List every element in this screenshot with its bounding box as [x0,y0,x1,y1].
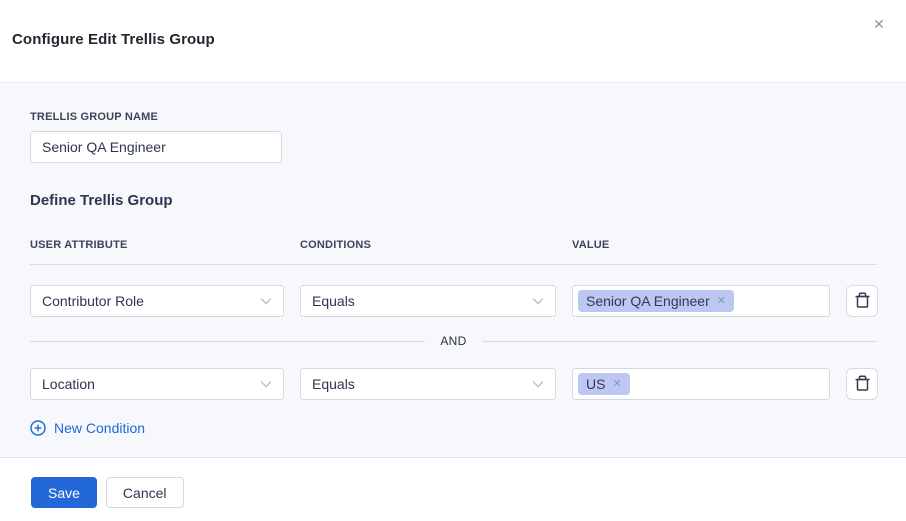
and-joiner: AND [30,334,877,348]
delete-condition-button[interactable] [846,285,878,317]
remove-tag-icon[interactable]: ✕ [717,296,726,307]
modal-body: TRELLIS GROUP NAME Define Trellis Group … [0,82,906,458]
condition-select[interactable]: Equals [300,368,556,400]
value-tag: Senior QA Engineer ✕ [578,290,734,312]
modal-header: Configure Edit Trellis Group ✕ [0,0,906,82]
modal-title: Configure Edit Trellis Group [12,31,215,48]
configure-trellis-group-modal: Configure Edit Trellis Group ✕ TRELLIS G… [0,0,906,521]
value-multiselect[interactable]: Senior QA Engineer ✕ [572,285,830,317]
user-attribute-column-header: USER ATTRIBUTE [30,239,284,251]
user-attribute-select-value: Contributor Role [42,293,144,309]
chevron-down-icon [532,297,544,305]
user-attribute-select[interactable]: Contributor Role [30,285,284,317]
value-tag-label: US [586,376,605,392]
chevron-down-icon [260,380,272,388]
plus-circle-icon [30,420,46,436]
chevron-down-icon [260,297,272,305]
trellis-group-name-label: TRELLIS GROUP NAME [30,111,877,123]
condition-column-headers: USER ATTRIBUTE CONDITIONS VALUE [30,239,877,251]
trash-icon [854,374,871,395]
cancel-button[interactable]: Cancel [106,477,184,508]
user-attribute-select-value: Location [42,376,95,392]
condition-select-value: Equals [312,376,355,392]
value-tag: US ✕ [578,373,630,395]
trash-icon [854,291,871,312]
value-tag-label: Senior QA Engineer [586,293,710,309]
chevron-down-icon [532,380,544,388]
conditions-column-header: CONDITIONS [300,239,556,251]
condition-select[interactable]: Equals [300,285,556,317]
trellis-group-name-input[interactable] [30,131,282,163]
modal-footer: Save Cancel [0,458,906,521]
condition-select-value: Equals [312,293,355,309]
condition-row: Contributor Role Equals Senior QA Engine… [30,285,877,317]
define-trellis-group-heading: Define Trellis Group [30,192,877,209]
delete-condition-button[interactable] [846,368,878,400]
header-divider [30,264,877,265]
joiner-line-left [30,341,425,342]
new-condition-button[interactable]: New Condition [30,420,145,436]
joiner-line-right [482,341,877,342]
user-attribute-select[interactable]: Location [30,368,284,400]
close-icon[interactable]: ✕ [869,14,889,34]
joiner-label: AND [440,334,466,348]
value-multiselect[interactable]: US ✕ [572,368,830,400]
condition-row: Location Equals US ✕ [30,368,877,400]
value-column-header: VALUE [572,239,830,251]
save-button[interactable]: Save [31,477,97,508]
new-condition-label: New Condition [54,420,145,436]
remove-tag-icon[interactable]: ✕ [612,379,621,390]
